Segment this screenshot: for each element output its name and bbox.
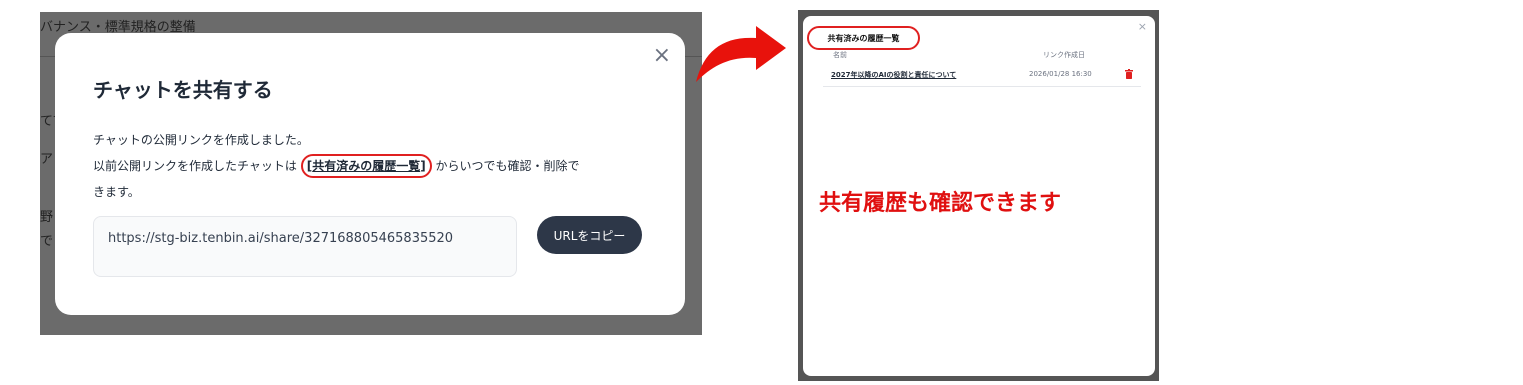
trash-icon[interactable]: [1125, 69, 1133, 79]
share-url-text[interactable]: https://stg-biz.tenbin.ai/share/32716880…: [108, 231, 453, 246]
table-row: 2027年以降のAIの役割と責任について 2026/01/28 16:30: [823, 66, 1141, 87]
column-header-name: 名前: [833, 51, 847, 59]
description-text: からいつでも確認・削除で: [431, 159, 580, 173]
shared-history-link[interactable]: [共有済みの履歴一覧]: [300, 154, 432, 178]
column-header-created: リンク作成日: [1043, 51, 1085, 59]
close-icon[interactable]: ×: [1138, 20, 1147, 33]
modal-description: チャットの公開リンクを作成しました。 以前公開リンクを作成したチャットは [共有…: [93, 127, 653, 205]
description-line: 以前公開リンクを作成したチャットは [共有済みの履歴一覧] からいつでも確認・削…: [93, 153, 653, 179]
shared-chat-link[interactable]: 2027年以降のAIの役割と責任について: [831, 70, 956, 80]
share-chat-modal: × チャットを共有する チャットの公開リンクを作成しました。 以前公開リンクを作…: [55, 33, 685, 315]
copy-url-button[interactable]: URLをコピー: [537, 216, 642, 254]
background-text: ア: [40, 152, 54, 167]
history-title-highlight: 共有済みの履歴一覧: [807, 26, 920, 50]
created-date: 2026/01/28 16:30: [1029, 70, 1092, 78]
close-icon[interactable]: ×: [653, 43, 671, 68]
modal-title: 共有済みの履歴一覧: [827, 33, 900, 43]
share-screenshot: バナンス・標準規格の整備 て言 ア 野 で × チャットを共有する チャットの公…: [40, 12, 702, 335]
modal-title: チャットを共有する: [93, 78, 273, 102]
share-url-field[interactable]: https://stg-biz.tenbin.ai/share/32716880…: [93, 216, 517, 277]
description-line: きます。: [93, 185, 140, 199]
description-line: チャットの公開リンクを作成しました。: [93, 133, 309, 147]
background-text: で: [40, 234, 54, 249]
callout-text: 共有履歴も確認できます: [819, 191, 1062, 216]
shared-history-link-label[interactable]: 共有済みの履歴一覧: [312, 159, 420, 173]
background-text: 野: [40, 210, 54, 225]
red-arrow-icon: [696, 26, 786, 82]
description-text: 以前公開リンクを作成したチャットは: [93, 159, 301, 173]
